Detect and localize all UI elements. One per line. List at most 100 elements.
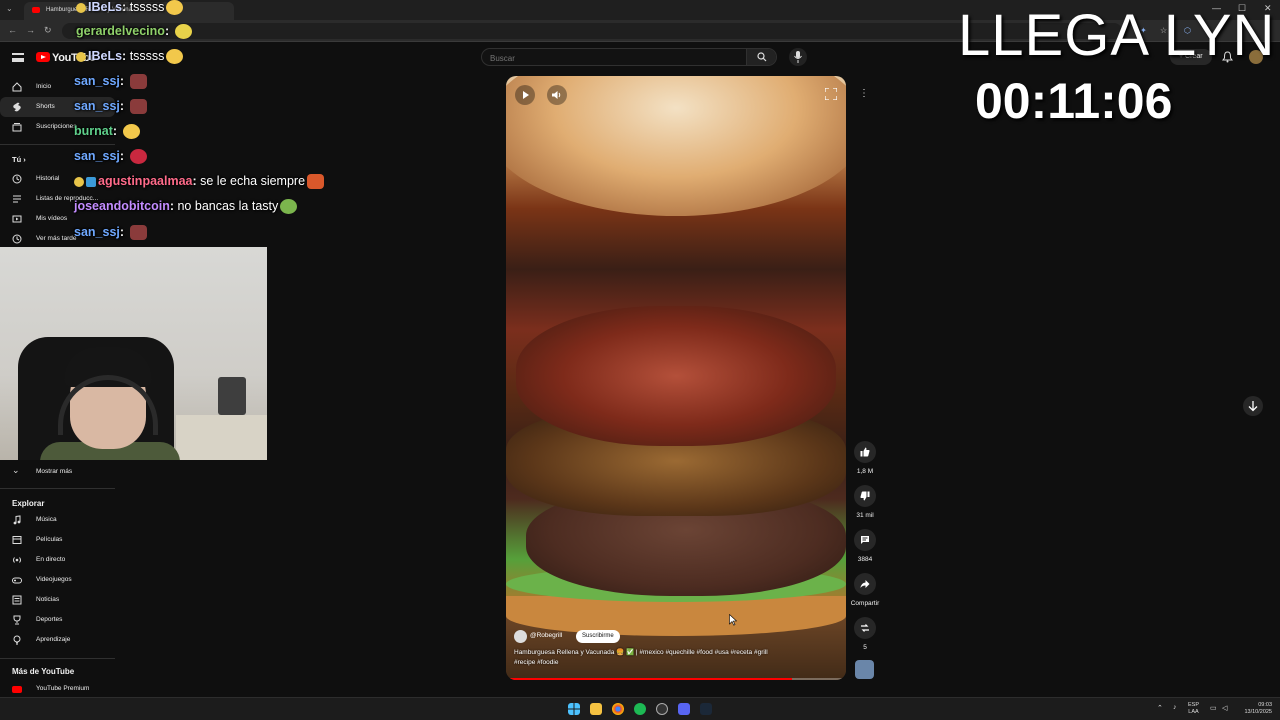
sidebar-item-aprendizaje[interactable]: Aprendizaje — [0, 630, 115, 650]
keyboard-language[interactable]: ESP LAA — [1188, 702, 1199, 716]
tab-search-icon[interactable]: ⌄ — [6, 4, 13, 13]
sidebar-show-more[interactable]: ⌄ Mostrar más — [0, 462, 115, 482]
subscribe-button[interactable]: Suscribirme — [576, 630, 620, 643]
youtube-logo-icon[interactable] — [36, 52, 50, 62]
chat-message: gerardelvecino: — [76, 24, 192, 40]
gaming-icon — [12, 577, 22, 584]
thumbs-up-icon — [860, 447, 870, 457]
chat-text: se le echa siempre — [200, 174, 306, 188]
spotify-icon[interactable] — [634, 703, 646, 715]
sidebar-item-noticias[interactable]: Noticias — [0, 590, 115, 610]
shorts-video-player[interactable]: @Robegrill Suscribirme Hamburguesa Relle… — [506, 76, 846, 680]
you-heading-label: Tú — [12, 155, 22, 164]
sidebar-item-label: Música — [36, 516, 57, 523]
sidebar-item-youtube-premium[interactable]: YouTube Premium — [0, 679, 115, 699]
menu-icon[interactable] — [12, 53, 24, 62]
sidebar-item-label: Suscripciones — [36, 123, 77, 130]
like-action: 1,8 M — [853, 441, 877, 475]
subscriptions-icon — [12, 123, 22, 132]
remix-button[interactable] — [854, 617, 876, 639]
sidebar-item-label: Shorts — [36, 103, 55, 110]
sidebar-item-label: Ver más tarde — [36, 235, 77, 242]
keyboard-layout: LAA — [1188, 709, 1199, 715]
sidebar-divider — [0, 658, 115, 659]
share-arrow-icon — [860, 580, 870, 588]
microphone-tray-icon[interactable]: ♪ — [1173, 704, 1177, 711]
more-from-youtube-heading: Más de YouTube — [12, 667, 75, 676]
windows-start-icon[interactable] — [568, 703, 580, 715]
search-button[interactable] — [746, 49, 776, 65]
tray-chevron-up-icon[interactable]: ⌃ — [1157, 704, 1163, 712]
reload-icon[interactable]: ↻ — [44, 25, 52, 36]
chat-badge-icon — [74, 176, 84, 187]
dislike-button[interactable] — [854, 485, 876, 507]
obs-icon[interactable] — [656, 703, 668, 715]
laughing-emote-icon — [166, 0, 184, 16]
chat-text: no bancas la tasty — [177, 199, 279, 213]
file-explorer-icon[interactable] — [590, 703, 602, 715]
stream-overlay-timer: 00:11:06 — [975, 73, 1173, 129]
chat-username: agustinpaalmaa — [98, 174, 193, 188]
network-icon[interactable]: ▭ — [1210, 704, 1217, 712]
channel-avatar[interactable] — [514, 630, 527, 643]
steam-icon[interactable] — [700, 703, 712, 715]
chat-message: joseandobitcoin: no bancas la tasty — [74, 199, 298, 215]
next-short-button[interactable] — [1243, 396, 1263, 416]
search-input[interactable] — [490, 52, 730, 64]
share-button[interactable] — [854, 573, 876, 595]
comments-button[interactable] — [854, 529, 876, 551]
chat-emote-icon — [129, 74, 147, 90]
sidebar-item-peliculas[interactable]: Películas — [0, 530, 115, 550]
voice-search-button[interactable] — [789, 48, 807, 66]
chat-username: gerardelvecino — [76, 24, 165, 38]
chrome-icon[interactable] — [612, 703, 624, 715]
sidebar-item-label: Videojuegos — [36, 576, 72, 583]
clock-date: 13/10/2025 — [1244, 709, 1272, 715]
sidebar-item-label: Películas — [36, 536, 63, 543]
back-arrow-icon[interactable]: ← — [8, 25, 17, 35]
sidebar-item-en-directo[interactable]: En directo — [0, 550, 115, 570]
chat-username: IBeLs — [88, 49, 123, 63]
show-more-label: Mostrar más — [36, 468, 73, 475]
sound-thumbnail[interactable] — [855, 660, 874, 679]
video-title[interactable]: Hamburguesa Rellena y Vacunada 🍔 ✅ | #me… — [514, 648, 774, 668]
chat-emote-icon — [129, 99, 147, 115]
home-icon — [12, 82, 22, 92]
sidebar-item-label: Inicio — [36, 83, 52, 90]
system-clock[interactable]: 09:03 13/10/2025 — [1238, 702, 1272, 716]
fullscreen-icon[interactable] — [825, 88, 837, 100]
minion-emote-icon — [174, 24, 192, 40]
chat-message: IBeLs: tsssss — [76, 49, 184, 65]
volume-button[interactable] — [547, 85, 567, 105]
sidebar-item-musica[interactable]: Música — [0, 510, 115, 530]
sidebar-item-label: YouTube Premium — [36, 685, 90, 692]
like-count: 1,8 M — [856, 468, 874, 475]
speaker-icon[interactable]: ◁ — [1222, 704, 1227, 712]
play-button[interactable] — [515, 85, 535, 105]
video-progress-bar[interactable] — [506, 678, 846, 680]
windows-taskbar: ⌃ ♪ ESP LAA ▭ ◁ 09:03 13/10/2025 — [0, 697, 1280, 720]
chat-text: tsssss — [129, 0, 165, 14]
video-frame-bacon — [516, 306, 836, 446]
learning-icon — [13, 635, 21, 645]
sidebar-item-label: Aprendizaje — [36, 636, 71, 643]
more-options-icon[interactable]: ⋮ — [856, 88, 872, 104]
chat-username: san_ssj — [74, 149, 120, 163]
discord-icon[interactable] — [678, 703, 690, 715]
sidebar-item-label: Mis vídeos — [36, 215, 68, 222]
like-button[interactable] — [854, 441, 876, 463]
sidebar-item-videojuegos[interactable]: Videojuegos — [0, 570, 115, 590]
chat-badge-icon — [86, 176, 96, 187]
search-icon — [757, 52, 767, 62]
history-icon — [12, 174, 22, 184]
chat-emote-icon — [307, 174, 325, 190]
explore-heading: Explorar — [12, 499, 45, 508]
channel-name[interactable]: @Robegrill — [530, 632, 562, 639]
forward-arrow-icon[interactable]: → — [26, 25, 35, 35]
playlists-icon — [13, 195, 21, 203]
search-box — [481, 48, 777, 66]
sidebar-divider — [0, 488, 115, 489]
language-code: ESP — [1188, 702, 1200, 708]
sidebar-item-deportes[interactable]: Deportes — [0, 610, 115, 630]
laughing-emote-icon — [166, 49, 184, 65]
